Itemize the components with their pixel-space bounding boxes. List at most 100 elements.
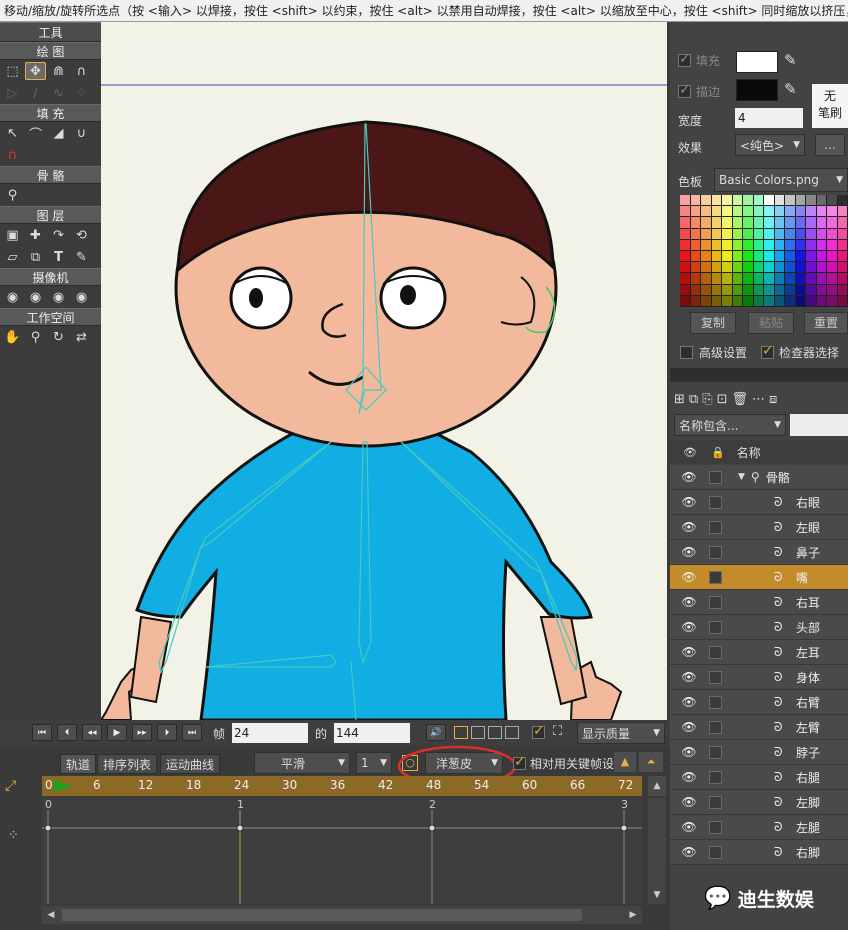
hscroll-thumb[interactable] bbox=[62, 909, 582, 921]
palette-swatch[interactable] bbox=[722, 206, 732, 217]
no-brush-button[interactable]: 无 笔刷 bbox=[812, 84, 848, 128]
zoom-tool-icon[interactable]: ⚲ bbox=[25, 328, 46, 346]
layer-lock-box[interactable] bbox=[709, 795, 722, 809]
eye-icon[interactable]: 👁 bbox=[680, 620, 698, 634]
palette-swatch[interactable] bbox=[690, 206, 700, 217]
effect-more-button[interactable]: ... bbox=[815, 134, 845, 156]
layer-row[interactable]: 👁 ᘐ 左眼 bbox=[670, 515, 848, 540]
expand-triangle-icon[interactable]: ▼ bbox=[738, 472, 745, 482]
shape-tool-icon[interactable]: ▷ bbox=[2, 84, 23, 102]
eyedropper-tool-icon[interactable]: ✎ bbox=[71, 248, 92, 266]
display-quality-dropdown[interactable]: 显示质量 ▼ bbox=[577, 722, 665, 744]
palette-swatch[interactable] bbox=[806, 284, 816, 295]
shear-layer-tool-icon[interactable]: ▱ bbox=[2, 248, 23, 266]
palette-swatch[interactable] bbox=[795, 295, 805, 306]
palette-swatch[interactable] bbox=[795, 228, 805, 239]
add-point-tool-icon[interactable]: ⋒ bbox=[48, 62, 69, 80]
timeline-hscrollbar[interactable]: ◀ ▶ bbox=[42, 906, 642, 924]
palette-swatch[interactable] bbox=[806, 251, 816, 262]
playhead-marker[interactable] bbox=[54, 780, 72, 792]
palette-swatch[interactable] bbox=[795, 262, 805, 273]
layer-lock-box[interactable] bbox=[709, 470, 722, 484]
layer-lock-box[interactable] bbox=[709, 720, 722, 734]
palette-swatch[interactable] bbox=[690, 195, 700, 206]
palette-dropdown[interactable]: Basic Colors.png ▼ bbox=[714, 168, 848, 192]
palette-swatch[interactable] bbox=[764, 295, 774, 306]
palette-swatch[interactable] bbox=[806, 195, 816, 206]
layer-lock-box[interactable] bbox=[709, 645, 722, 659]
palette-swatch[interactable] bbox=[785, 262, 795, 273]
layer-lock-box[interactable] bbox=[709, 820, 722, 834]
palette-swatch[interactable] bbox=[680, 251, 690, 262]
palette-swatch[interactable] bbox=[774, 206, 784, 217]
palette-swatch[interactable] bbox=[827, 228, 837, 239]
palette-swatch[interactable] bbox=[816, 295, 826, 306]
palette-swatch[interactable] bbox=[785, 206, 795, 217]
palette-swatch[interactable] bbox=[785, 284, 795, 295]
show-output-checkbox[interactable] bbox=[532, 723, 545, 739]
palette-swatch[interactable] bbox=[711, 217, 721, 228]
step-back-icon[interactable]: ◂◂ bbox=[82, 724, 102, 741]
palette-swatch[interactable] bbox=[753, 295, 763, 306]
group-layer-icon[interactable]: ⊡ bbox=[717, 392, 728, 407]
text-tool-icon[interactable]: T bbox=[48, 248, 69, 266]
layer-row[interactable]: 👁 ᘐ 鼻子 bbox=[670, 540, 848, 565]
layer-row[interactable]: 👁 ᘐ 左耳 bbox=[670, 640, 848, 665]
palette-swatch[interactable] bbox=[764, 262, 774, 273]
inspector-checkbox[interactable] bbox=[761, 343, 775, 359]
palette-swatch[interactable] bbox=[806, 206, 816, 217]
palette-swatch[interactable] bbox=[753, 206, 763, 217]
palette-swatch[interactable] bbox=[753, 284, 763, 295]
palette-swatch[interactable] bbox=[795, 217, 805, 228]
palette-swatch[interactable] bbox=[690, 217, 700, 228]
eye-icon[interactable]: 👁 bbox=[680, 470, 698, 484]
fill-color-swatch[interactable] bbox=[736, 51, 778, 73]
palette-swatch[interactable] bbox=[711, 284, 721, 295]
layer-lock-box[interactable] bbox=[709, 620, 722, 634]
tab-motion-graph[interactable]: 运动曲线 bbox=[160, 754, 221, 774]
palette-swatch[interactable] bbox=[680, 284, 690, 295]
layer-lock-box[interactable] bbox=[709, 520, 722, 534]
palette-swatch[interactable] bbox=[816, 206, 826, 217]
palette-swatch[interactable] bbox=[837, 284, 847, 295]
roll-camera-tool-icon[interactable]: ◉ bbox=[48, 288, 69, 306]
palette-swatch[interactable] bbox=[827, 295, 837, 306]
fill-eyedropper-icon[interactable]: ✎ bbox=[784, 51, 797, 69]
palette-swatch[interactable] bbox=[774, 228, 784, 239]
copy-layer-icon[interactable]: ⎘ bbox=[702, 392, 712, 407]
rewind-start-icon[interactable]: ⏮ bbox=[32, 724, 52, 741]
palette-swatch[interactable] bbox=[743, 239, 753, 250]
palette-swatch[interactable] bbox=[753, 195, 763, 206]
palette-swatch[interactable] bbox=[711, 295, 721, 306]
layer-filter-dropdown[interactable]: 名称包含... ▼ bbox=[674, 414, 786, 436]
tab-sequencer[interactable]: 排序列表 bbox=[97, 754, 158, 774]
stroke-color-swatch[interactable] bbox=[736, 79, 778, 101]
track-camera-tool-icon[interactable]: ◉ bbox=[2, 288, 23, 306]
palette-swatch[interactable] bbox=[732, 239, 742, 250]
palette-swatch[interactable] bbox=[774, 262, 784, 273]
single-view-icon[interactable] bbox=[454, 726, 468, 739]
layer-lock-box[interactable] bbox=[709, 545, 722, 559]
palette-swatch[interactable] bbox=[732, 217, 742, 228]
stroke-eyedropper-icon[interactable]: ✎ bbox=[784, 80, 797, 98]
layer-row[interactable]: 👁 ᘐ 脖子 bbox=[670, 740, 848, 765]
layer-lock-box[interactable] bbox=[709, 745, 722, 759]
palette-swatch[interactable] bbox=[722, 239, 732, 250]
layer-row[interactable]: 👁 ᘐ 右臂 bbox=[670, 690, 848, 715]
palette-swatch[interactable] bbox=[816, 262, 826, 273]
palette-swatch[interactable] bbox=[701, 195, 711, 206]
palette-swatch[interactable] bbox=[827, 195, 837, 206]
palette-swatch[interactable] bbox=[827, 251, 837, 262]
hide-edge-tool-icon[interactable]: ∩ bbox=[2, 146, 23, 164]
palette-swatch[interactable] bbox=[732, 295, 742, 306]
palette-swatch[interactable] bbox=[795, 195, 805, 206]
eye-icon[interactable]: 👁 bbox=[680, 645, 698, 659]
palette-swatch[interactable] bbox=[806, 273, 816, 284]
relative-keyframe-checkbox[interactable] bbox=[513, 754, 526, 770]
palette-swatch[interactable] bbox=[701, 239, 711, 250]
eye-icon[interactable]: 👁 bbox=[680, 570, 698, 584]
duplicate-layer-icon[interactable]: ⧉ bbox=[689, 392, 698, 407]
palette-swatch[interactable] bbox=[701, 228, 711, 239]
palette-swatch[interactable] bbox=[764, 195, 774, 206]
palette-swatch[interactable] bbox=[774, 284, 784, 295]
